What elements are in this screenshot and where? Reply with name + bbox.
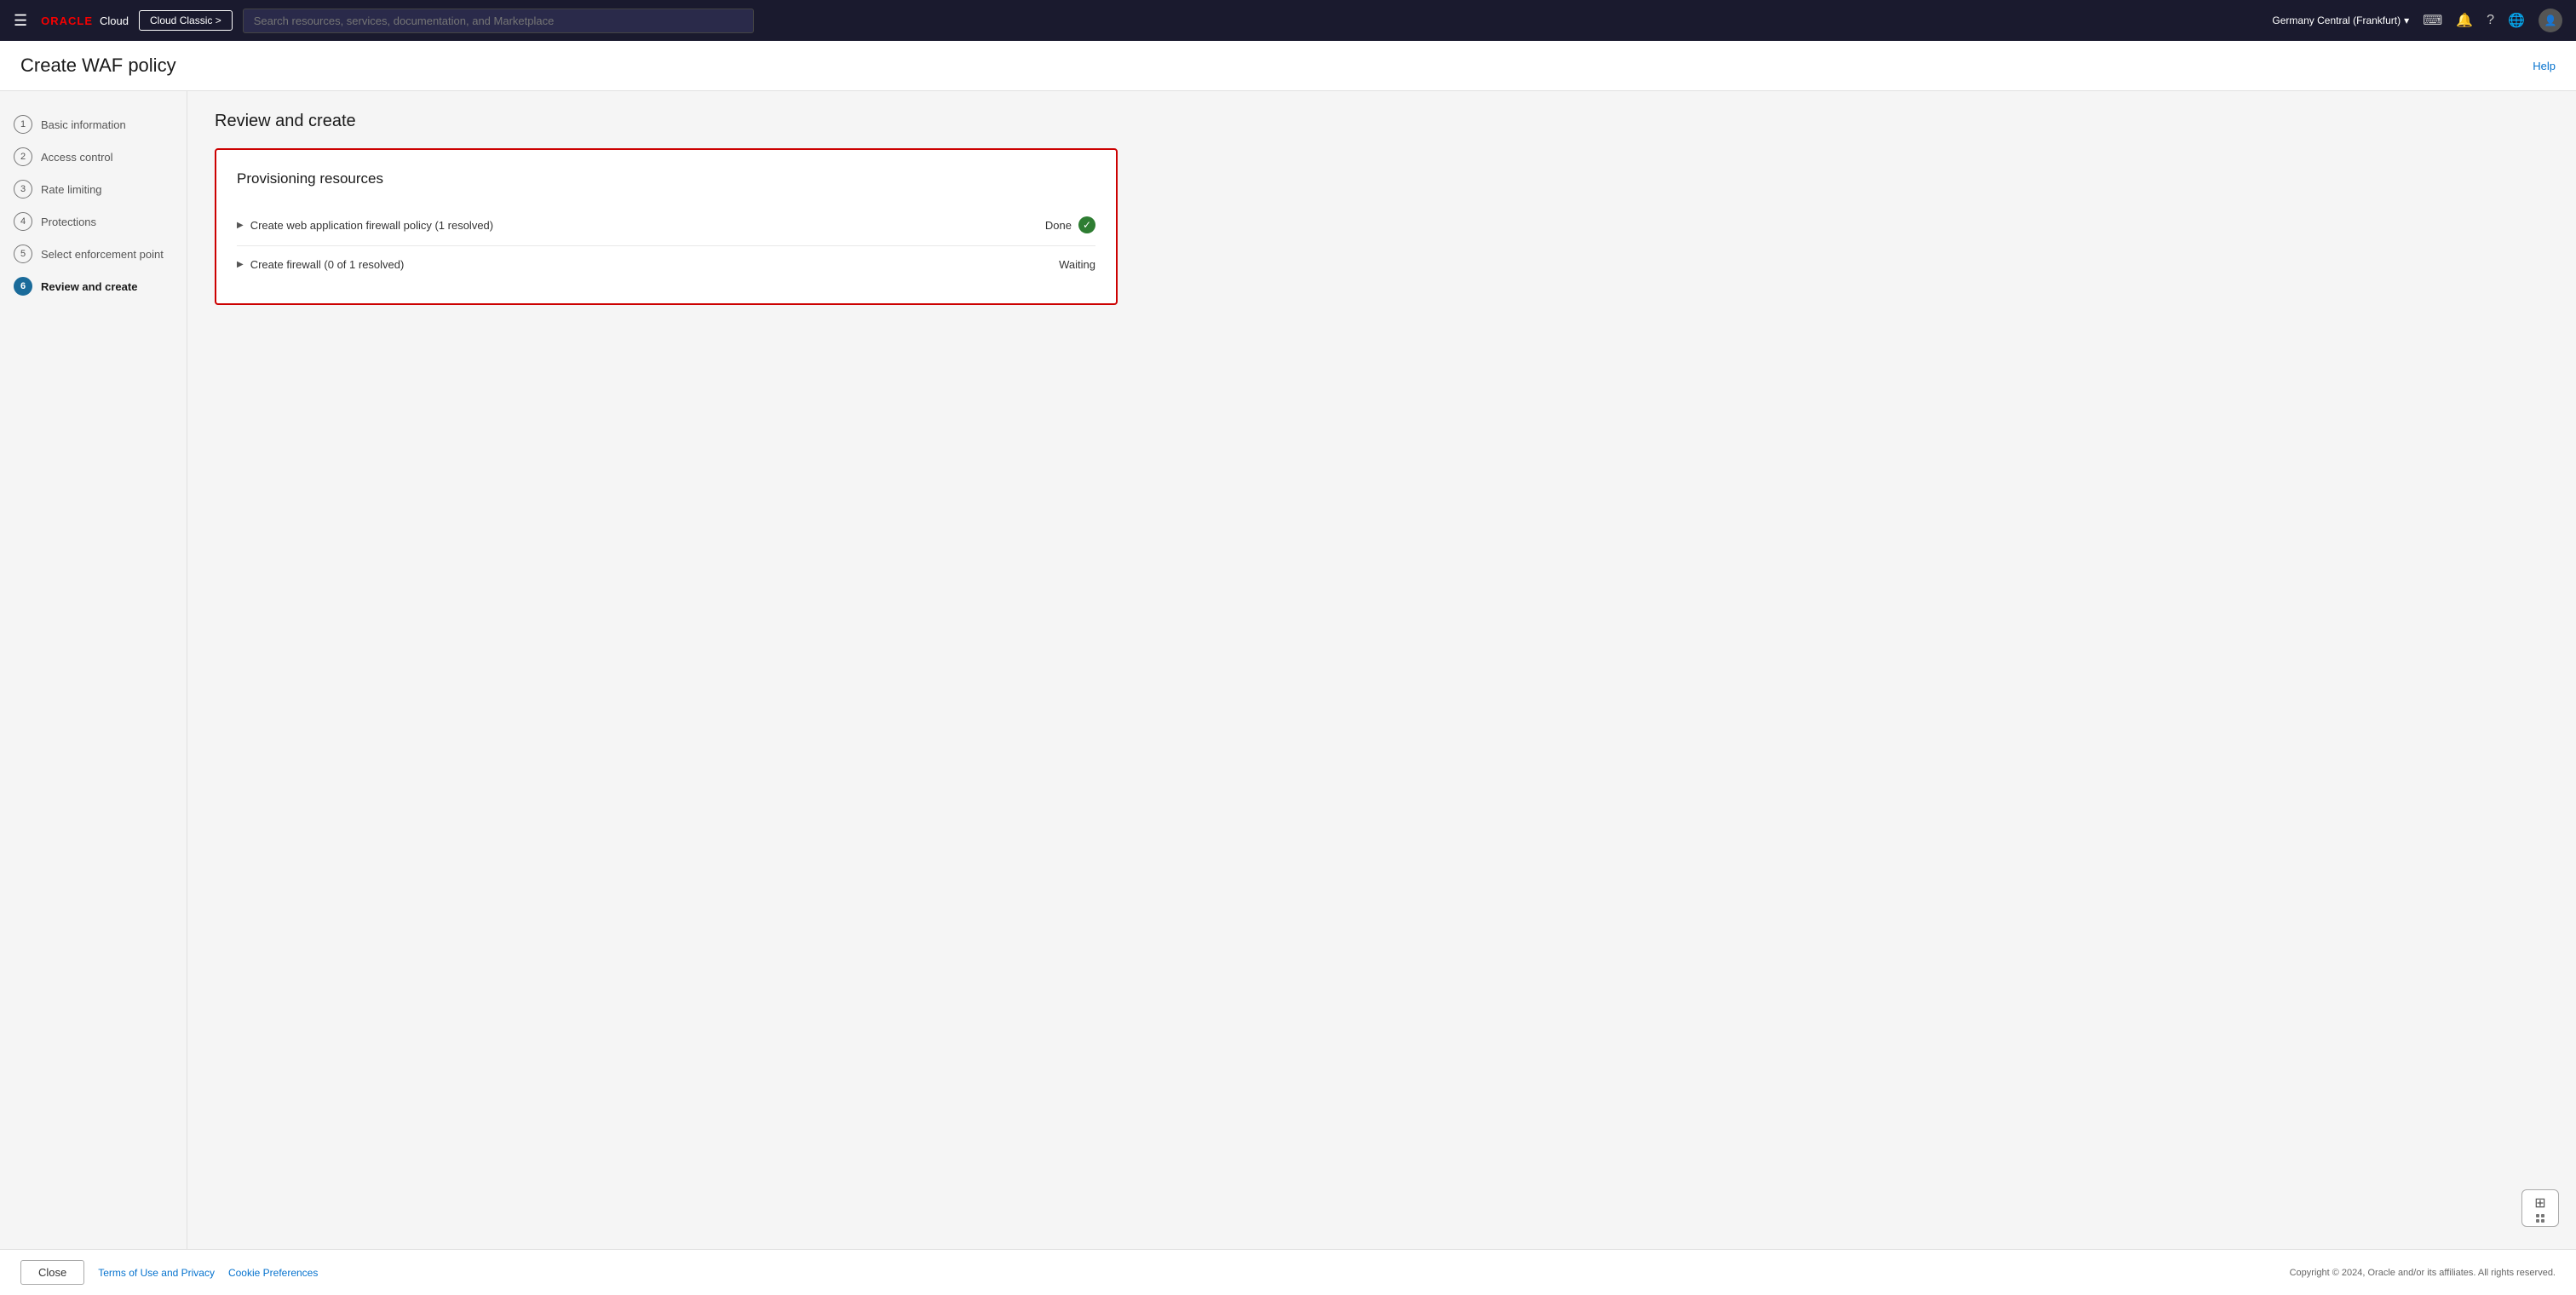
sidebar-item-protections[interactable]: 4 Protections [0,205,187,238]
cookie-preferences-link[interactable]: Cookie Preferences [228,1267,318,1279]
provisioning-row-firewall: ▶ Create firewall (0 of 1 resolved) Wait… [237,246,1095,283]
step-number-3: 3 [14,180,32,199]
footer-links: Terms of Use and Privacy Cookie Preferen… [98,1267,318,1279]
sidebar-item-label-access-control: Access control [41,151,113,164]
help-dot-3 [2536,1219,2539,1223]
provisioning-resources-box: Provisioning resources ▶ Create web appl… [215,148,1118,305]
close-button[interactable]: Close [20,1260,84,1285]
expand-chevron-policy-icon[interactable]: ▶ [237,221,244,230]
cloud-wordmark: Cloud [100,14,129,27]
cloud-classic-button[interactable]: Cloud Classic > [139,10,233,31]
sidebar-item-label-protections: Protections [41,216,96,228]
provisioning-row-left-2: ▶ Create firewall (0 of 1 resolved) [237,258,404,271]
region-chevron-icon: ▾ [2404,14,2409,26]
main-content: Review and create Provisioning resources… [187,91,2576,1249]
provisioning-title: Provisioning resources [237,170,1095,187]
sidebar-item-review-create[interactable]: 6 Review and create [0,270,187,302]
provisioning-row-right-1: Done ✓ [1045,216,1095,233]
step-number-5: 5 [14,245,32,263]
sidebar-item-access-control[interactable]: 2 Access control [0,141,187,173]
provisioning-status-waiting-label: Waiting [1059,258,1095,271]
help-question-icon[interactable]: ? [2487,13,2494,28]
sidebar-item-label-enforcement-point: Select enforcement point [41,248,164,261]
help-dot-1 [2536,1214,2539,1217]
step-number-2: 2 [14,147,32,166]
page-header: Create WAF policy Help [0,41,2576,91]
help-widget[interactable]: ⊞ [2521,1189,2559,1227]
sidebar-item-basic-information[interactable]: 1 Basic information [0,108,187,141]
help-dot-4 [2541,1219,2544,1223]
footer-left: Close Terms of Use and Privacy Cookie Pr… [20,1260,318,1285]
sidebar-item-label-basic-information: Basic information [41,118,126,131]
terms-link[interactable]: Terms of Use and Privacy [98,1267,215,1279]
help-link[interactable]: Help [2533,60,2556,72]
help-widget-icon: ⊞ [2534,1194,2545,1212]
help-dot-2 [2541,1214,2544,1217]
provisioning-label-firewall: Create firewall (0 of 1 resolved) [250,258,405,271]
provisioning-row-firewall-policy: ▶ Create web application firewall policy… [237,204,1095,246]
topnav-right-actions: Germany Central (Frankfurt) ▾ ⌨ 🔔 ? 🌐 👤 [2272,9,2562,32]
sidebar-item-rate-limiting[interactable]: 3 Rate limiting [0,173,187,205]
user-avatar[interactable]: 👤 [2539,9,2562,32]
global-search-input[interactable] [243,9,754,33]
developer-tools-icon[interactable]: ⌨ [2423,12,2442,29]
top-navigation: ☰ ORACLE Cloud Cloud Classic > Germany C… [0,0,2576,41]
sidebar-item-label-rate-limiting: Rate limiting [41,183,102,196]
help-widget-dots [2536,1214,2544,1223]
provisioning-row-right-2: Waiting [1059,258,1095,271]
sidebar-item-enforcement-point[interactable]: 5 Select enforcement point [0,238,187,270]
provisioning-row-left-1: ▶ Create web application firewall policy… [237,219,493,232]
region-selector[interactable]: Germany Central (Frankfurt) ▾ [2272,14,2409,26]
step-number-6: 6 [14,277,32,296]
sidebar-item-label-review-create: Review and create [41,280,137,293]
region-label: Germany Central (Frankfurt) [2272,14,2401,26]
content-title: Review and create [215,112,2549,131]
wizard-sidebar: 1 Basic information 2 Access control 3 R… [0,91,187,1249]
oracle-wordmark: ORACLE [41,14,93,27]
expand-chevron-firewall-icon[interactable]: ▶ [237,260,244,269]
status-done-icon: ✓ [1078,216,1095,233]
step-number-1: 1 [14,115,32,134]
provisioning-label-policy: Create web application firewall policy (… [250,219,493,232]
notification-bell-icon[interactable]: 🔔 [2456,12,2473,29]
step-number-4: 4 [14,212,32,231]
copyright-text: Copyright © 2024, Oracle and/or its affi… [2290,1268,2556,1278]
page-footer: Close Terms of Use and Privacy Cookie Pr… [0,1249,2576,1295]
oracle-logo: ORACLE Cloud [41,14,129,27]
language-globe-icon[interactable]: 🌐 [2508,12,2525,29]
main-layout: 1 Basic information 2 Access control 3 R… [0,91,2576,1249]
provisioning-status-done-label: Done [1045,219,1072,232]
page-title: Create WAF policy [20,55,176,77]
hamburger-menu-icon[interactable]: ☰ [14,12,27,30]
